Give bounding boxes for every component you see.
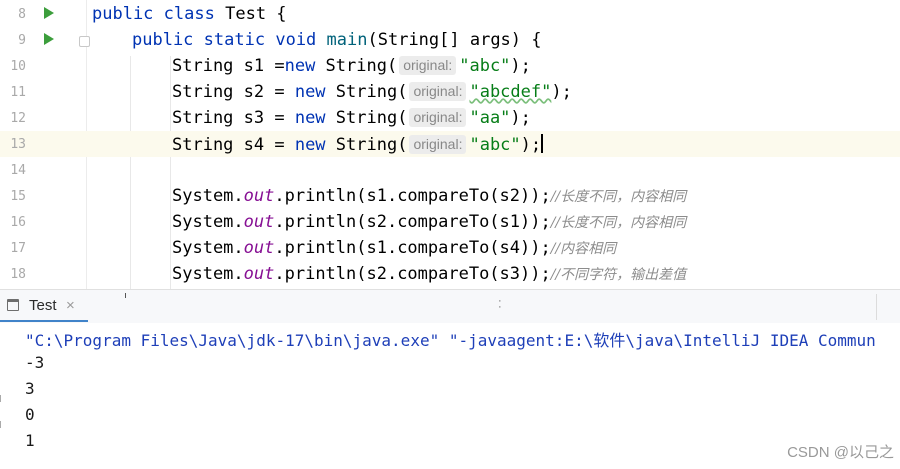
code-text: System.out.println(s2.compareTo(s1));//长… [172, 212, 687, 232]
line-number: 13 [10, 137, 26, 152]
line-number: 11 [10, 85, 26, 100]
code-line-11: 11 String s2 = new String(original: "abcd… [0, 79, 900, 105]
code-line-9: 9 public static void main(String[] args)… [0, 27, 900, 53]
more-options-icon[interactable]: · · [498, 296, 502, 313]
code-line-12: 12 String s3 = new String(original: "aa")… [0, 105, 900, 131]
parameter-hint: original: [409, 82, 467, 101]
run-tab-label: Test [29, 297, 57, 314]
console-command-line: "C:\Program Files\Java\jdk-17\bin\java.e… [25, 331, 876, 350]
console-output-line: 3 [25, 379, 35, 398]
code-text: String s3 = new String(original: "aa"); [172, 108, 531, 128]
code-comment: //不同字符，输出差值 [550, 267, 687, 283]
code-comment: //内容相同 [550, 241, 617, 257]
toolbar-divider [876, 294, 877, 320]
close-icon[interactable]: × [66, 297, 75, 314]
text-caret [541, 134, 544, 153]
line-number: 9 [18, 33, 26, 48]
code-line-10: 10 String s1 =new String(original: "abc")… [0, 53, 900, 79]
console-output-line: -3 [25, 353, 45, 372]
line-number: 14 [10, 163, 26, 178]
side-marker [0, 421, 4, 428]
code-text: String s2 = new String(original: "abcdef"… [172, 82, 572, 102]
line-number: 17 [10, 241, 26, 256]
code-line-17: 17 System.out.println(s1.compareTo(s4));… [0, 235, 900, 261]
toolbar-divider [125, 293, 126, 298]
run-gutter-icon[interactable] [44, 7, 54, 19]
line-number: 15 [10, 189, 26, 204]
run-tool-window-header: Test × · · [0, 289, 900, 324]
code-line-14: 14 [0, 157, 900, 183]
code-text: System.out.println(s1.compareTo(s4));//内… [172, 238, 617, 258]
console-side-toolbar [0, 395, 6, 447]
code-text: public class Test { [92, 4, 287, 24]
active-tab-indicator [0, 320, 88, 322]
code-text: public static void main(String[] args) { [132, 30, 542, 50]
parameter-hint: original: [409, 108, 467, 127]
code-line-15: 15 System.out.println(s1.compareTo(s2));… [0, 183, 900, 209]
parameter-hint: original: [399, 56, 457, 75]
code-text: String s1 =new String(original: "abc"); [172, 56, 531, 76]
code-line-13: 13 String s4 = new String(original: "abc"… [0, 131, 900, 157]
console-output[interactable]: "C:\Program Files\Java\jdk-17\bin\java.e… [0, 323, 900, 469]
code-line-16: 16 System.out.println(s2.compareTo(s1));… [0, 209, 900, 235]
watermark: CSDN @以己之 [787, 444, 894, 461]
line-number: 18 [10, 267, 26, 282]
code-text: System.out.println(s1.compareTo(s2));//长… [172, 186, 687, 206]
parameter-hint: original: [409, 135, 467, 154]
code-text: System.out.println(s2.compareTo(s3));//不… [172, 264, 687, 284]
line-number: 16 [10, 215, 26, 230]
code-editor[interactable]: 8 public class Test { 9 public static vo… [0, 0, 900, 289]
code-comment: //长度不同，内容相同 [550, 189, 687, 205]
fold-marker-icon[interactable] [79, 36, 90, 47]
code-line-8: 8 public class Test { [0, 1, 900, 27]
line-number: 12 [10, 111, 26, 126]
code-text: String s4 = new String(original: "abc"); [172, 134, 544, 155]
side-marker [0, 395, 4, 402]
line-number: 8 [18, 7, 26, 22]
console-icon [7, 299, 19, 311]
code-comment: //长度不同，内容相同 [550, 215, 687, 231]
code-line-18: 18 System.out.println(s2.compareTo(s3));… [0, 261, 900, 287]
line-number: 10 [10, 59, 26, 74]
console-output-line: 1 [25, 431, 35, 450]
run-gutter-icon[interactable] [44, 33, 54, 45]
console-output-line: 0 [25, 405, 35, 424]
